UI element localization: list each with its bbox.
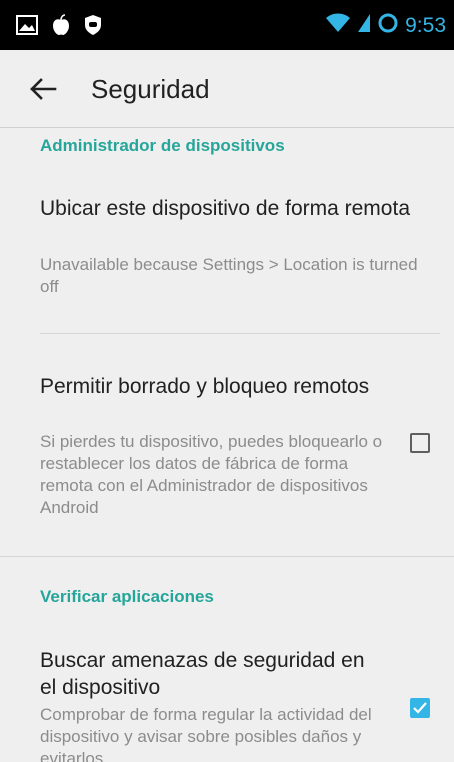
status-bar-notifications (16, 14, 102, 41)
app-bar: Seguridad (0, 50, 454, 128)
divider (40, 333, 440, 334)
status-time: 9:53 (405, 13, 446, 37)
item-summary: Unavailable because Settings > Location … (40, 255, 418, 296)
page-title: Seguridad (91, 74, 210, 104)
section-header-device-admin: Administrador de dispositivos (40, 136, 285, 155)
back-arrow-icon[interactable] (28, 74, 58, 104)
section-header-verify-apps: Verificar aplicaciones (40, 587, 214, 606)
shield-icon (84, 14, 102, 41)
item-summary: Comprobar de forma regular la actividad … (40, 705, 372, 762)
scan-threats-checkbox[interactable] (410, 698, 430, 718)
sync-ring-icon (377, 12, 399, 39)
item-title: Buscar amenazas de seguridad en el dispo… (40, 649, 365, 699)
divider (0, 556, 454, 557)
image-icon (16, 15, 38, 40)
item-summary: Si pierdes tu dispositivo, puedes bloque… (40, 432, 383, 517)
status-bar-system: 9:53 (325, 12, 446, 39)
settings-list: Administrador de dispositivos Ubicar est… (0, 128, 454, 762)
item-title: Ubicar este dispositivo de forma remota (40, 197, 410, 220)
apple-icon (52, 14, 70, 41)
checkmark-icon (413, 702, 427, 714)
signal-icon (357, 13, 371, 38)
item-title: Permitir borrado y bloqueo remotos (40, 375, 370, 398)
wifi-icon (325, 13, 351, 38)
status-bar: 9:53 (0, 0, 454, 50)
remote-wipe-checkbox[interactable] (410, 433, 430, 453)
